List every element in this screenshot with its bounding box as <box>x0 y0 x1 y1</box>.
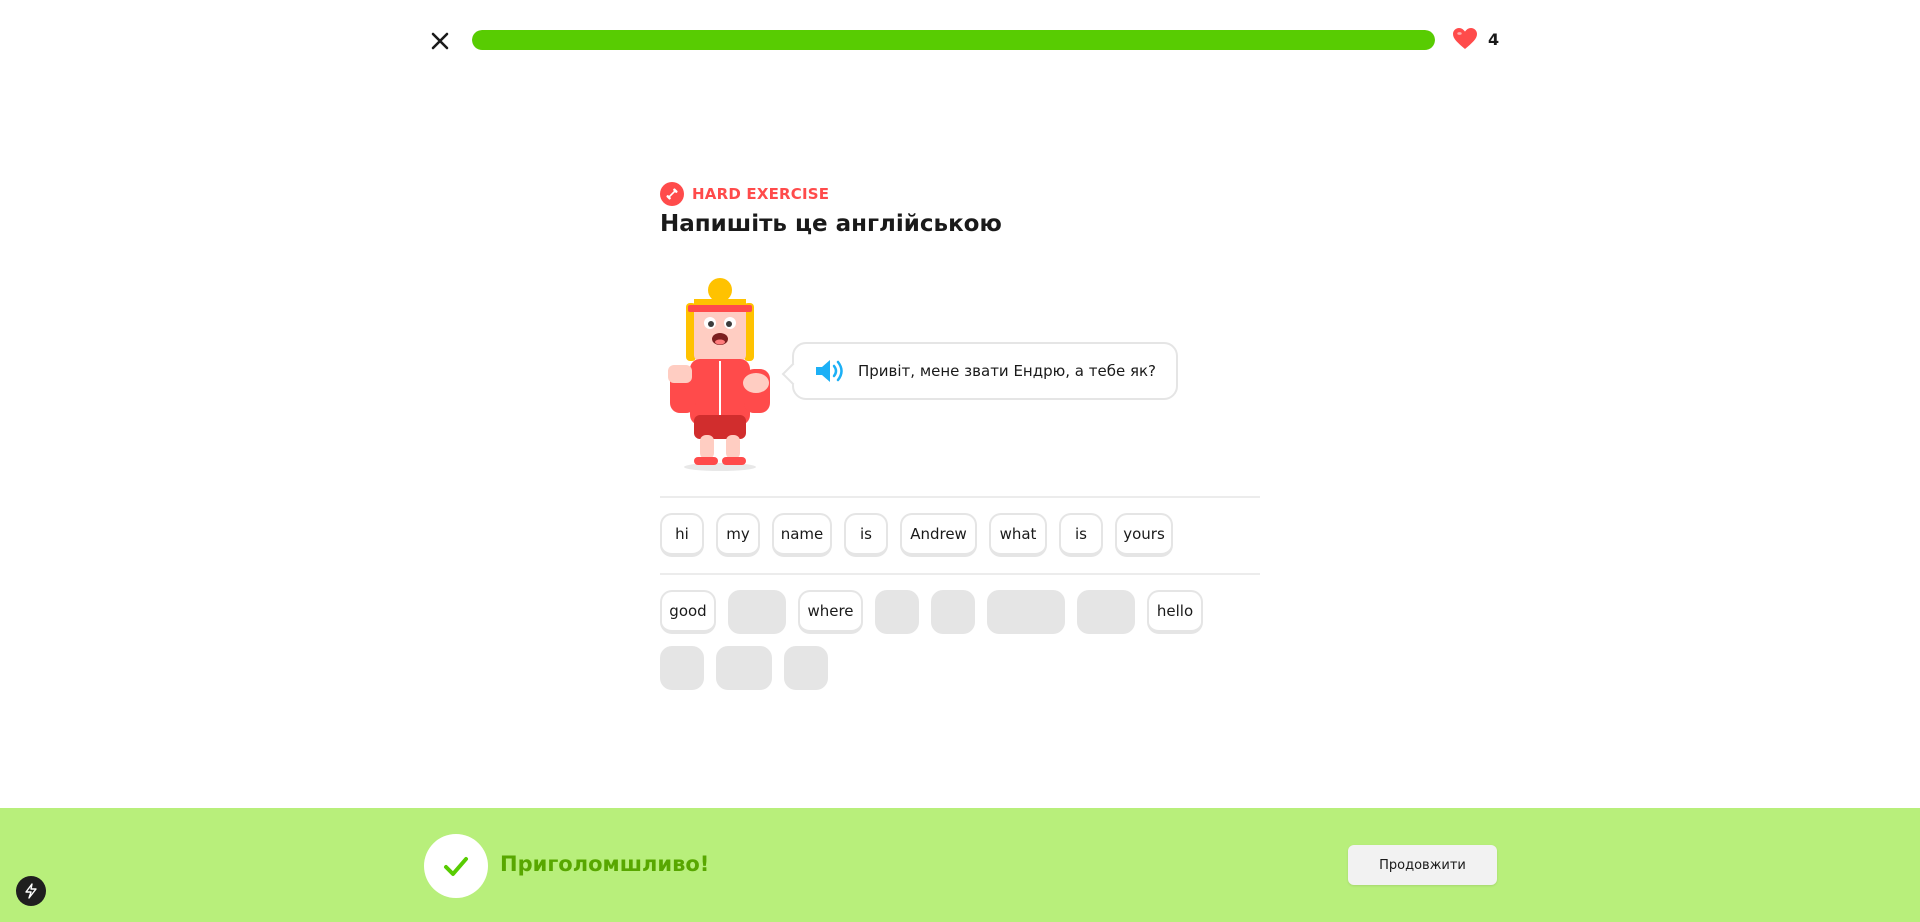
continue-button[interactable]: Продовжити <box>1348 845 1497 885</box>
empty-word-slot <box>931 590 975 634</box>
lesson-header: 4 <box>0 0 1920 80</box>
word-bank-row <box>660 646 1260 690</box>
word-bank-tile[interactable]: where <box>798 590 863 634</box>
word-bank-tile[interactable]: hello <box>1147 590 1203 634</box>
answer-word-tile[interactable]: what <box>989 513 1047 557</box>
empty-word-slot <box>875 590 919 634</box>
prompt-text: Привіт, мене звати Ендрю, а тебе як? <box>858 362 1157 380</box>
empty-word-slot <box>716 646 772 690</box>
lightning-icon <box>25 883 37 899</box>
answer-word-tile[interactable]: is <box>844 513 888 557</box>
speaker-button[interactable] <box>814 357 846 385</box>
answer-area: hi my name is Andrew what is yours <box>660 513 1173 557</box>
check-icon <box>444 857 468 876</box>
close-icon <box>431 32 449 50</box>
lesson-page: 4 HARD EXERCISE Напишіть це англійською <box>0 0 1920 922</box>
result-badge <box>424 834 488 898</box>
empty-word-slot <box>1077 590 1135 634</box>
progress-bar-fill <box>472 30 1435 50</box>
heart-icon <box>1453 28 1477 49</box>
empty-word-slot <box>784 646 828 690</box>
quick-action-button[interactable] <box>16 876 46 906</box>
hearts-count: 4 <box>1488 29 1500 49</box>
feedback-footer: Приголомшливо! Продовжити <box>0 808 1920 922</box>
word-bank-tile[interactable]: good <box>660 590 716 634</box>
empty-word-slot <box>660 646 704 690</box>
result-text: Приголомшливо! <box>500 852 710 876</box>
word-bank-row: good where hello <box>660 590 1260 634</box>
answer-word-tile[interactable]: Andrew <box>900 513 977 557</box>
close-button[interactable] <box>426 27 454 55</box>
answer-word-tile[interactable]: is <box>1059 513 1103 557</box>
answer-word-tile[interactable]: name <box>772 513 832 557</box>
hearts-counter[interactable]: 4 <box>1452 27 1499 51</box>
empty-word-slot <box>987 590 1065 634</box>
speaker-icon <box>816 360 843 382</box>
speech-bubble: Привіт, мене звати Ендрю, а тебе як? <box>792 342 1179 400</box>
answer-word-tile[interactable]: my <box>716 513 760 557</box>
answer-top-divider <box>660 496 1260 498</box>
challenge-title: Напишіть це англійською <box>660 211 1002 237</box>
dumbbell-icon <box>660 182 684 206</box>
challenge-badge: HARD EXERCISE <box>660 182 829 206</box>
answer-word-tile[interactable]: hi <box>660 513 704 557</box>
word-bank: good where hello <box>660 590 1260 690</box>
progress-bar <box>472 30 1435 50</box>
character-illustration <box>660 275 780 475</box>
answer-word-tile[interactable]: yours <box>1115 513 1173 557</box>
challenge-badge-label: HARD EXERCISE <box>692 185 830 203</box>
answer-bottom-divider <box>660 573 1260 575</box>
empty-word-slot <box>728 590 786 634</box>
